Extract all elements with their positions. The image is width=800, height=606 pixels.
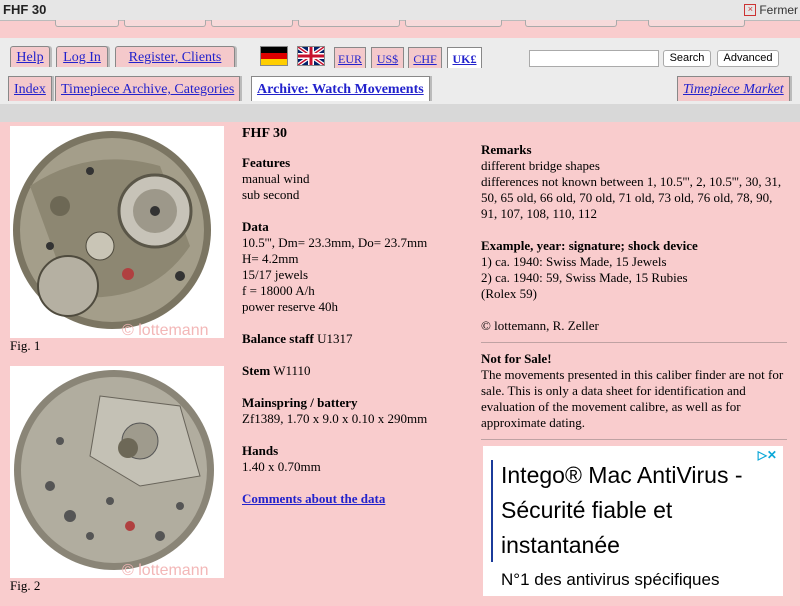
window-title: FHF 30 [3,2,47,17]
remarks-line: differences not known between 1, 10.5'''… [481,174,782,221]
not-for-sale-text: The movements presented in this caliber … [481,367,784,430]
not-for-sale-heading: Not for Sale! [481,351,552,366]
watermark-1: © lottemann [122,322,209,338]
ad-subtext[interactable]: N°1 des antivirus spécifiques [501,570,719,590]
stem-value: W1110 [273,363,311,378]
advertisement[interactable]: ▷✕ Intego® Mac AntiVirus - Sécurité fiab… [483,446,783,596]
balance-staff-label: Balance staff [242,331,314,346]
data-item: power reserve 40h [242,299,339,314]
watermark-2: © lottemann [122,562,209,578]
close-icon: × [744,4,757,16]
data-item: H= 4.2mm [242,251,299,266]
tab-watch-movements[interactable]: Archive: Watch Movements [251,76,430,101]
search-button[interactable]: Search [663,50,711,67]
toolbar-cut-off [0,20,800,30]
window-titlebar: FHF 30 × Fermer [0,0,800,21]
advanced-search-button[interactable]: Advanced [717,50,779,67]
divider [481,439,787,440]
close-label: Fermer [759,3,798,17]
data-item: 15/17 jewels [242,267,309,282]
example-item: 2) ca. 1940: 59, Swiss Made, 15 Rubies [481,270,688,285]
mainspring-heading: Mainspring / battery [242,395,358,410]
data-heading: Data [242,219,269,234]
register-tab[interactable]: Register, Clients [115,46,235,67]
copyright: © lottemann, R. Zeller [481,318,599,333]
currency-eur[interactable]: EUR [334,47,366,68]
movement-photo-1[interactable]: © lottemann [10,126,224,338]
login-tab[interactable]: Log In [56,46,108,67]
ad-accent-bar [491,460,493,562]
figure-column: © lottemann Fig. 1 © lottemann Fig. 2 [10,126,228,606]
currency-usd[interactable]: US$ [371,47,404,68]
tab-index[interactable]: Index [8,76,52,101]
stem-label: Stem [242,363,271,378]
figure-caption-2: Fig. 2 [10,578,41,593]
remarks-heading: Remarks [481,142,532,157]
nav-divider [0,104,800,122]
ad-headline[interactable]: Intego® Mac AntiVirus - Sécurité fiable … [501,458,781,563]
caliber-title: FHF 30 [242,126,287,141]
features-heading: Features [242,155,291,170]
remarks-column: Remarks different bridge shapes differen… [481,142,787,448]
currency-chf[interactable]: CHF [408,47,442,68]
example-heading: Example, year: signature; shock device [481,238,698,253]
uk-flag-icon[interactable] [296,45,326,67]
data-item: 10.5''', Dm= 23.3mm, Do= 23.7mm [242,235,428,250]
feature-item: manual wind [242,171,310,186]
feature-item: sub second [242,187,300,202]
example-item: 1) ca. 1940: Swiss Made, 15 Jewels [481,254,667,269]
comments-link[interactable]: Comments about the data [242,491,385,506]
search-input[interactable] [529,50,659,67]
mainspring-value: Zf1389, 1.70 x 9.0 x 0.10 x 290mm [242,411,428,426]
movement-photo-2[interactable]: © lottemann [10,366,224,578]
remarks-line: different bridge shapes [481,158,600,173]
figure-caption-1: Fig. 1 [10,338,41,353]
data-item: f = 18000 A/h [242,283,315,298]
currency-gbp[interactable]: UK£ [447,47,482,68]
divider [481,342,787,343]
close-button[interactable]: × Fermer [744,3,798,17]
balance-staff-value: U1317 [317,331,353,346]
de-flag-icon[interactable] [260,46,288,66]
tab-timepiece-market[interactable]: Timepiece Market [677,76,790,101]
hands-value: 1.40 x 0.70mm [242,459,321,474]
details-column: FHF 30 Features manual wind sub second D… [242,126,470,507]
help-tab[interactable]: Help [10,46,50,67]
hands-heading: Hands [242,443,279,458]
tab-categories[interactable]: Timepiece Archive, Categories [55,76,241,101]
example-item: (Rolex 59) [481,286,537,301]
